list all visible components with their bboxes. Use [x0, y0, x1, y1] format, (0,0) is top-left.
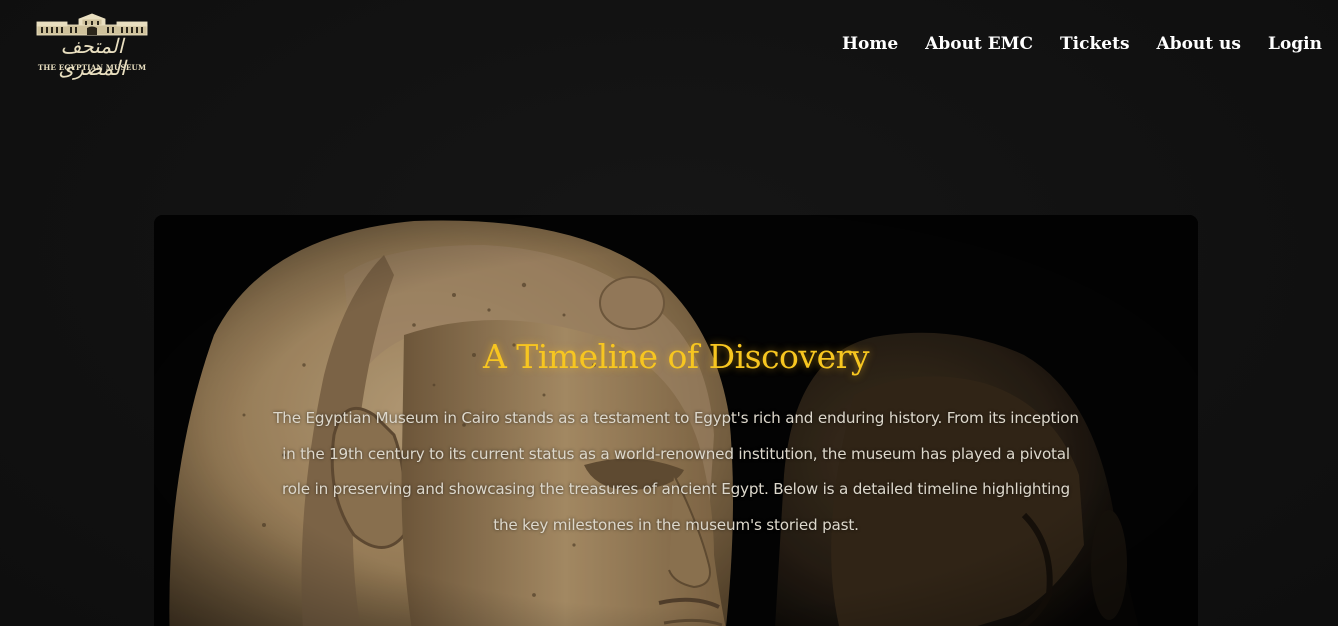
site-header: المتحف المصرى THE EGYPTIAN MUSEUM Home A…: [0, 0, 1338, 90]
hero-title: A Timeline of Discovery: [482, 337, 870, 376]
nav-about-us-link[interactable]: About us: [1157, 33, 1241, 55]
museum-logo[interactable]: المتحف المصرى THE EGYPTIAN MUSEUM: [35, 13, 149, 79]
hero-section: A Timeline of Discovery The Egyptian Mus…: [154, 215, 1198, 626]
nav-tickets-link[interactable]: Tickets: [1060, 33, 1129, 55]
nav-login-link[interactable]: Login: [1268, 33, 1322, 55]
nav-about-emc-link[interactable]: About EMC: [925, 33, 1033, 55]
logo-english-text: THE EGYPTIAN MUSEUM: [37, 63, 147, 72]
main-nav: Home About EMC Tickets About us Login: [815, 33, 1322, 55]
nav-home-link[interactable]: Home: [842, 33, 898, 55]
hero-description: The Egyptian Museum in Cairo stands as a…: [273, 409, 1079, 535]
logo-arabic-text: المتحف المصرى: [58, 34, 126, 80]
